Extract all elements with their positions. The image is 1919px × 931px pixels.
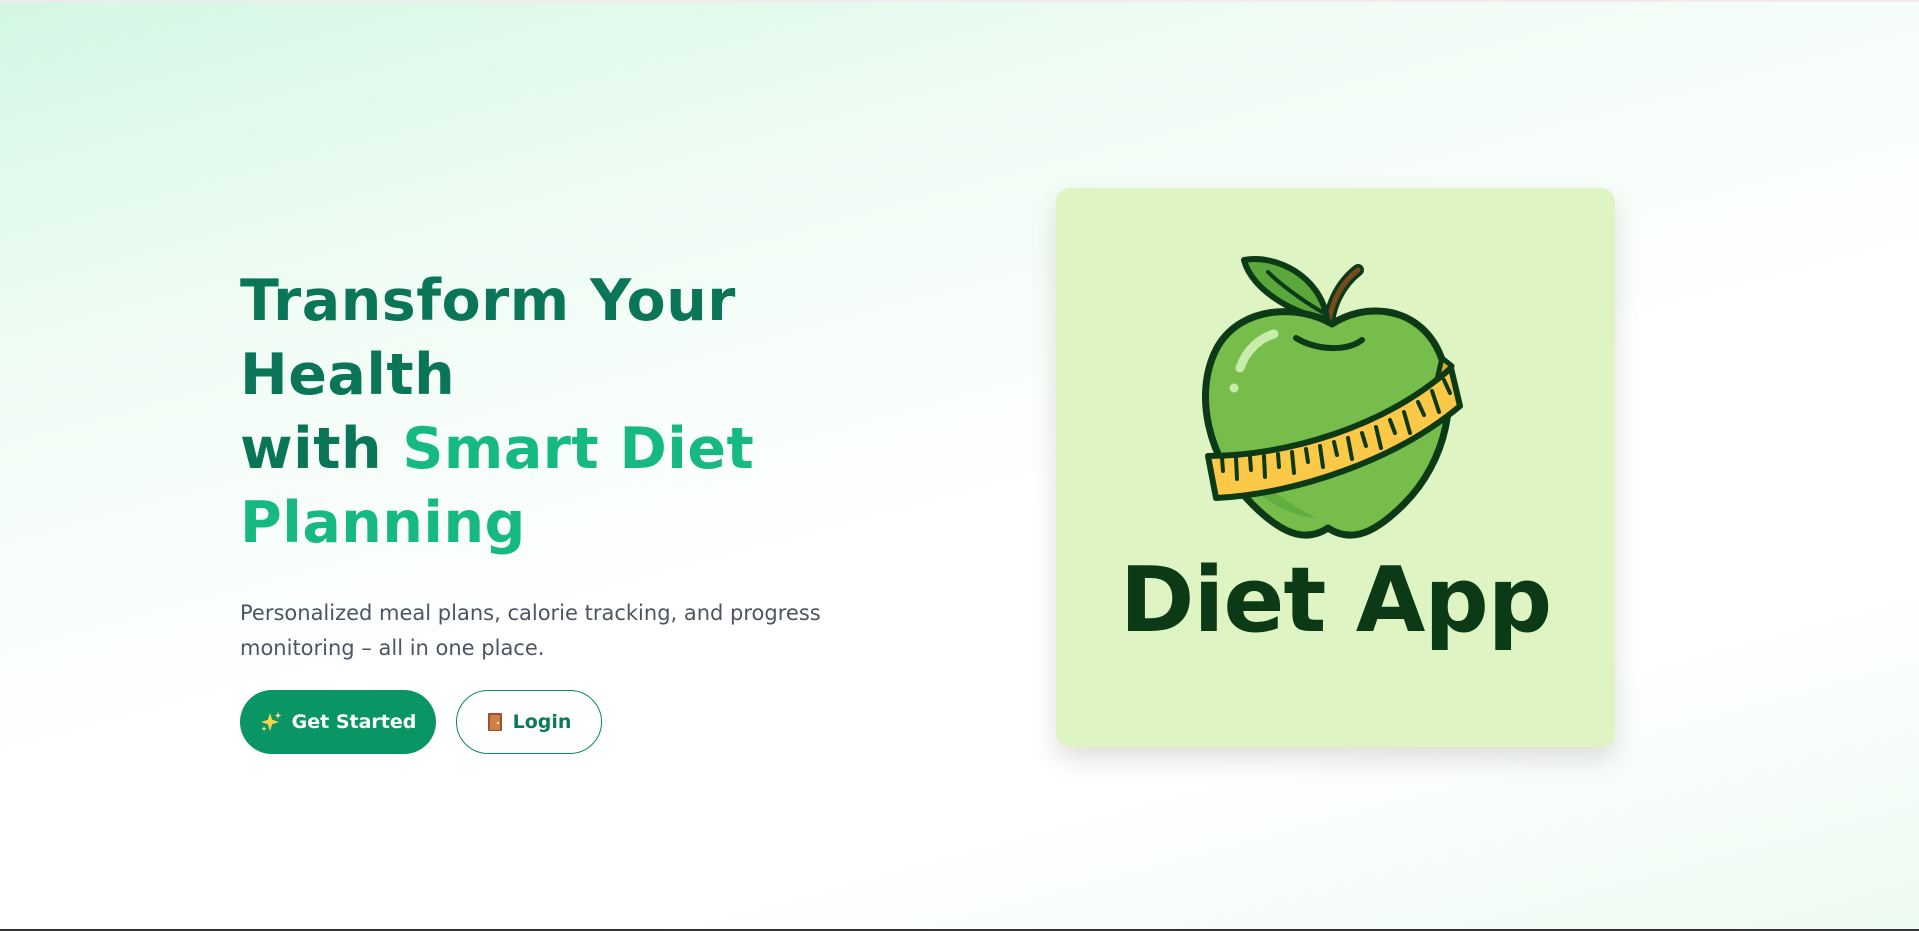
hero-title-with: with <box>240 416 403 482</box>
hero-subtitle: Personalized meal plans, calorie trackin… <box>240 601 821 660</box>
login-label: Login <box>512 711 572 733</box>
door-icon <box>487 712 503 732</box>
login-button[interactable]: Login <box>456 690 602 754</box>
logo-text: Diet App <box>1119 548 1552 653</box>
cta-row: Get Started Login <box>240 690 960 754</box>
hero-title-accent-1: Smart Diet <box>402 416 755 482</box>
hero-title-accent-2: Planning <box>240 490 526 556</box>
hero-title-line-1: Transform Your Health <box>240 268 736 408</box>
apple-measuring-tape-icon <box>1202 256 1463 539</box>
get-started-button[interactable]: Get Started <box>240 690 436 754</box>
app-logo-card: Diet App <box>1056 188 1615 747</box>
top-border <box>0 0 1919 2</box>
get-started-label: Get Started <box>291 711 417 733</box>
sparkles-icon <box>260 711 282 733</box>
hero-section: Transform Your Health with Smart Diet Pl… <box>240 264 960 754</box>
hero-title: Transform Your Health with Smart Diet Pl… <box>240 264 960 560</box>
